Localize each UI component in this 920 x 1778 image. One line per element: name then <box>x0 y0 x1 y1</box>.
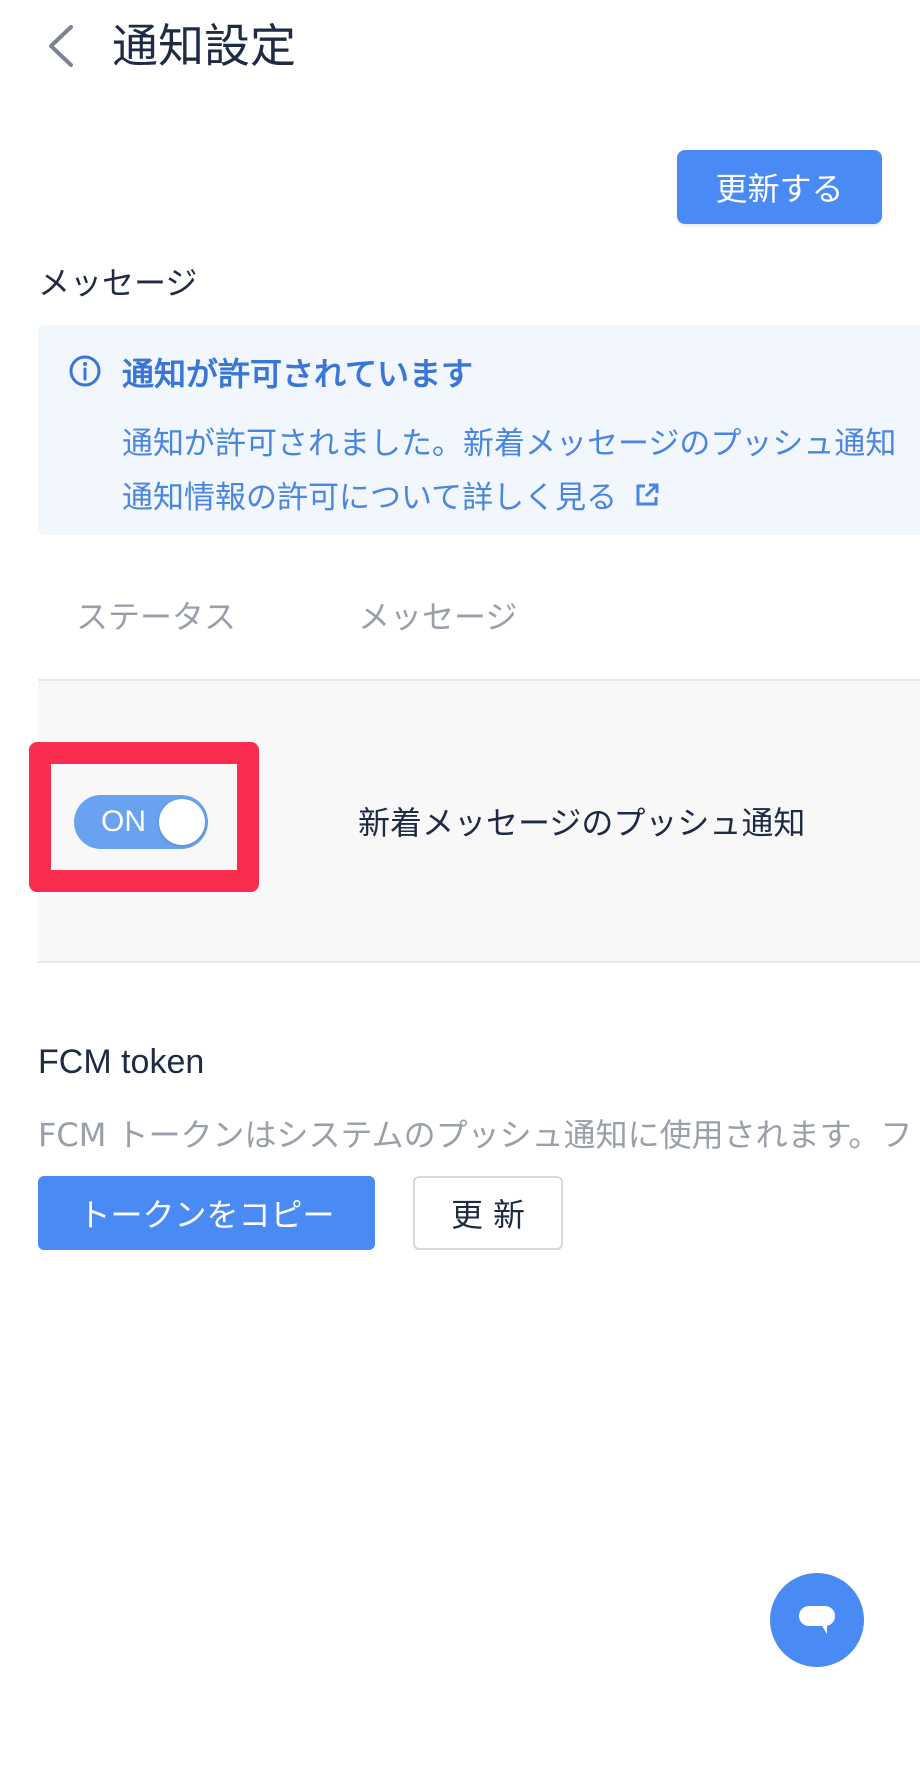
refresh-token-button[interactable]: 更新 <box>413 1176 563 1250</box>
chevron-left-icon <box>49 25 73 67</box>
info-details-link[interactable]: 通知情報の許可について詳しく見る <box>122 472 661 517</box>
column-header-status: ステータス <box>76 598 237 636</box>
row-message: 新着メッセージのプッシュ通知 <box>358 804 806 842</box>
fcm-title: FCM token <box>38 1043 205 1081</box>
section-label: メッセージ <box>38 264 198 302</box>
update-button[interactable]: 更新する <box>677 150 882 224</box>
chat-button[interactable] <box>770 1573 864 1667</box>
copy-token-button[interactable]: トークンをコピー <box>38 1176 375 1250</box>
info-link-label: 通知情報の許可について詳しく見る <box>122 480 618 516</box>
table-divider <box>38 961 920 963</box>
info-title: 通知が許可されています <box>122 355 474 393</box>
toggle-label: ON <box>101 805 146 838</box>
page-title: 通知設定 <box>112 19 296 73</box>
toggle-knob <box>159 799 205 845</box>
chat-bubble-icon <box>799 1606 835 1634</box>
column-header-message: メッセージ <box>358 598 518 636</box>
fcm-description: FCM トークンはシステムのプッシュ通知に使用されます。フ <box>38 1116 913 1154</box>
back-button[interactable] <box>30 16 90 76</box>
info-message: 通知が許可されました。新着メッセージのプッシュ通知 <box>122 426 897 462</box>
external-link-icon <box>636 483 659 505</box>
info-circle-icon <box>69 355 101 387</box>
